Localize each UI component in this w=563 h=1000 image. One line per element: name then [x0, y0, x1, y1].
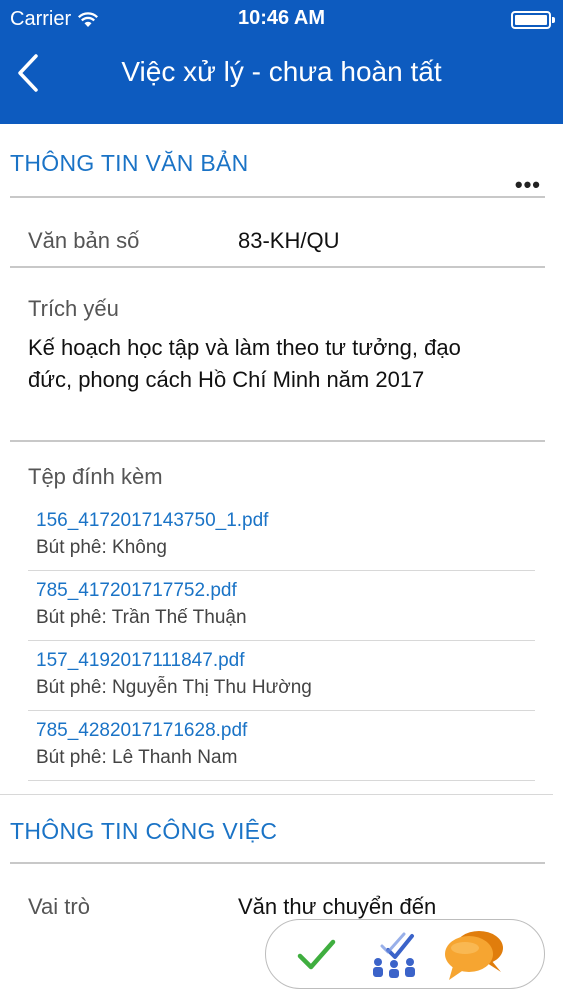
- divider: [0, 794, 553, 795]
- divider: [10, 440, 545, 442]
- divider: [10, 266, 545, 268]
- summary-line-2: đức, phong cách Hồ Chí Minh năm 2017: [28, 367, 425, 392]
- role-value: Văn thư chuyển đến: [238, 894, 437, 919]
- divider: [10, 196, 545, 198]
- attachments-label: Tệp đính kèm: [28, 464, 163, 489]
- status-time: 10:46 AM: [237, 7, 326, 29]
- navigation-header: Carrier 10:46 AM Việc xử lý - chưa hoàn …: [0, 0, 563, 124]
- divider: [28, 780, 535, 781]
- floating-action-bar: [265, 919, 545, 989]
- summary-label: Trích yếu: [28, 296, 119, 321]
- chat-bubbles-icon: [445, 931, 503, 980]
- divider: [28, 640, 535, 641]
- assign-button[interactable]: [368, 928, 420, 980]
- attachment-link[interactable]: 157_4192017111847.pdf: [36, 650, 245, 672]
- complete-button[interactable]: [290, 928, 342, 980]
- divider: [28, 570, 535, 571]
- status-bar: Carrier 10:46 AM: [0, 0, 563, 38]
- page-title: Việc xử lý - chưa hoàn tất: [121, 56, 442, 87]
- assign-people-icon: [373, 932, 415, 978]
- attachment-note: Bút phê: Trần Thế Thuận: [36, 607, 247, 628]
- summary-line-1: Kế hoạch học tập và làm theo tư tưởng, đ…: [28, 335, 461, 360]
- app-screen: Carrier 10:46 AM Việc xử lý - chưa hoàn …: [0, 0, 563, 1000]
- divider: [10, 862, 545, 864]
- document-section-title: THÔNG TIN VĂN BẢN: [10, 150, 249, 176]
- role-label: Vai trò: [28, 894, 90, 919]
- checkmark-icon: [297, 939, 336, 970]
- more-icon[interactable]: •••: [515, 172, 541, 198]
- divider: [28, 710, 535, 711]
- attachment-note: Bút phê: Nguyễn Thị Thu Hường: [36, 677, 312, 698]
- work-section-title: THÔNG TIN CÔNG VIỆC: [10, 818, 278, 844]
- attachment-link[interactable]: 156_4172017143750_1.pdf: [36, 510, 268, 532]
- doc-number-label: Văn bản số: [28, 228, 140, 253]
- attachment-link[interactable]: 785_4282017171628.pdf: [36, 720, 247, 742]
- battery-icon: [511, 11, 555, 29]
- attachment-note: Bút phê: Không: [36, 537, 167, 558]
- chat-button[interactable]: [442, 928, 508, 980]
- attachment-note: Bút phê: Lê Thanh Nam: [36, 747, 238, 768]
- attachment-link[interactable]: 785_417201717752.pdf: [36, 580, 237, 602]
- doc-number-value: 83-KH/QU: [238, 228, 340, 253]
